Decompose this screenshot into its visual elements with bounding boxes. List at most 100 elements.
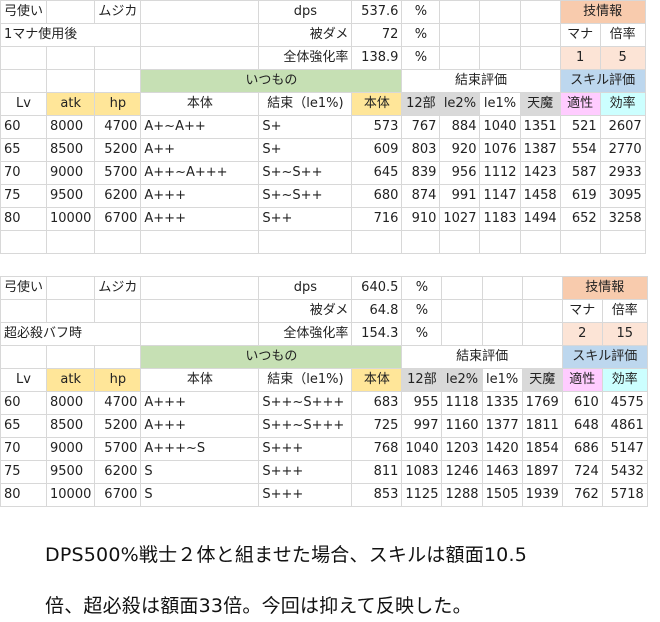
damage-taken-label: 被ダメ xyxy=(258,299,353,323)
multiplier-label: 倍率 xyxy=(601,299,648,323)
cell-tenma: 1854 xyxy=(521,437,563,461)
cell-atk: 8000 xyxy=(46,115,96,139)
cell-efficiency: 5718 xyxy=(601,483,648,507)
cell-body-score: 573 xyxy=(351,115,403,139)
header-atk: atk xyxy=(46,368,96,392)
damage-taken-value: 72 xyxy=(351,23,403,47)
header-body-score: 本体 xyxy=(351,368,403,392)
cell-atk: 9500 xyxy=(46,184,96,208)
cell-efficiency: 2607 xyxy=(599,115,646,139)
header-lv: Lv xyxy=(0,368,48,392)
cell-kessoku: S++ xyxy=(258,207,353,231)
cell-tenma: 1897 xyxy=(521,460,563,484)
cell-efficiency: 4575 xyxy=(601,391,648,415)
cell-body-score: 680 xyxy=(351,184,403,208)
cell-body-score: 853 xyxy=(351,483,403,507)
cell-atk: 9000 xyxy=(46,161,96,185)
header-hp: hp xyxy=(94,92,142,116)
cell-body: S xyxy=(140,483,260,507)
header-12bu: 12部 xyxy=(401,368,443,392)
header-le1: le1% xyxy=(481,368,523,392)
cell-efficiency: 4861 xyxy=(601,414,648,438)
cell-le1: 1040 xyxy=(479,115,521,139)
cell-lv: 80 xyxy=(0,207,48,231)
cell-le1: 1335 xyxy=(481,391,523,415)
header-body-score: 本体 xyxy=(351,92,403,116)
cell-lv: 60 xyxy=(0,391,48,415)
cell-le1: 1147 xyxy=(479,184,521,208)
cell-kessoku: S+++ xyxy=(258,460,353,484)
cell-body: A+++ xyxy=(140,207,260,231)
header-lv: Lv xyxy=(0,92,48,116)
cell-body-score: 609 xyxy=(351,138,403,162)
multiplier-label: 倍率 xyxy=(599,23,646,47)
table-row: 75 9500 6200 A+++ S+~S++ 680 874 991 114… xyxy=(0,184,646,208)
dps-unit: % xyxy=(401,276,443,300)
cell-hp: 5200 xyxy=(94,138,142,162)
header-kessoku-le1: 結束（le1%) xyxy=(258,368,353,392)
cell-12bu: 874 xyxy=(401,184,441,208)
cell-le1: 1505 xyxy=(481,483,523,507)
table-row: 65 8500 5200 A++ S+ 609 803 920 1076 138… xyxy=(0,138,646,162)
cell-lv: 60 xyxy=(0,115,48,139)
multiplier-value: 15 xyxy=(601,322,648,346)
cell-kessoku: S++~S+++ xyxy=(258,391,353,415)
mana-label: マナ xyxy=(559,23,601,47)
boost-value: 154.3 xyxy=(351,322,403,346)
cell-le1: 1420 xyxy=(481,437,523,461)
cell-12bu: 955 xyxy=(401,391,443,415)
table-row: 60 8000 4700 A+~A++ S+ 573 767 884 1040 … xyxy=(0,115,646,139)
cell-le2: 1288 xyxy=(441,483,483,507)
table-row: 80 10000 6700 S S+++ 853 1125 1288 1505 … xyxy=(0,483,648,507)
cell-lv: 80 xyxy=(0,483,48,507)
cell-atk: 8500 xyxy=(46,414,96,438)
cell-tenma: 1458 xyxy=(519,184,561,208)
cell-12bu: 997 xyxy=(401,414,443,438)
cell-atk: 9500 xyxy=(46,460,96,484)
cell-12bu: 767 xyxy=(401,115,441,139)
class-name: 弓使い xyxy=(0,0,48,24)
cell-12bu: 1125 xyxy=(401,483,443,507)
cell-atk: 10000 xyxy=(46,483,96,507)
table-row: 70 9000 5700 A+++~S S+++ 768 1040 1203 1… xyxy=(0,437,648,461)
header-kessoku-le1: 結束（le1%) xyxy=(258,92,353,116)
cell-hp: 6200 xyxy=(94,184,142,208)
cell-hp: 5700 xyxy=(94,161,142,185)
boost-unit: % xyxy=(401,46,441,70)
header-le2: le2% xyxy=(439,92,481,116)
mana-value: 2 xyxy=(561,322,603,346)
dps-value: 537.6 xyxy=(351,0,403,24)
cell-body: A+++ xyxy=(140,414,260,438)
cell-efficiency: 2770 xyxy=(599,138,646,162)
column-header-row: Lv atk hp 本体 結束（le1%) 本体 12部 le2% le1% 天… xyxy=(0,368,648,392)
header-atk: atk xyxy=(46,92,96,116)
cell-body: S xyxy=(140,460,260,484)
cell-aptitude: 648 xyxy=(561,414,603,438)
cell-body: A+++ xyxy=(140,391,260,415)
condition-label: 1マナ使用後 xyxy=(0,23,142,47)
cell-tenma: 1351 xyxy=(519,115,561,139)
cell-hp: 6200 xyxy=(94,460,142,484)
cell-efficiency: 5147 xyxy=(601,437,648,461)
cell-aptitude: 762 xyxy=(561,483,603,507)
cell-hp: 5700 xyxy=(94,437,142,461)
cell-tenma: 1939 xyxy=(521,483,563,507)
cell-atk: 10000 xyxy=(46,207,96,231)
cell-lv: 65 xyxy=(0,414,48,438)
cell-le2: 920 xyxy=(439,138,481,162)
cell-aptitude: 619 xyxy=(559,184,601,208)
cell-lv: 75 xyxy=(0,184,48,208)
cell-12bu: 1040 xyxy=(401,437,443,461)
cell-le2: 1203 xyxy=(441,437,483,461)
cell-le2: 1160 xyxy=(441,414,483,438)
header-12bu: 12部 xyxy=(401,92,441,116)
cell-body: A+~A++ xyxy=(140,115,260,139)
boost-value: 138.9 xyxy=(351,46,403,70)
cell-le2: 956 xyxy=(439,161,481,185)
footnote-line-2: 倍、超必殺は額面33倍。今回は抑えて反映した。 xyxy=(45,595,472,617)
cell-hp: 6700 xyxy=(94,207,142,231)
cell-tenma: 1387 xyxy=(519,138,561,162)
stats-table-1: 弓使い ムジカ dps 537.6 % 技情報 1マナ使用後 被ダメ 72 % … xyxy=(0,0,646,254)
header-le2: le2% xyxy=(441,368,483,392)
cell-hp: 6700 xyxy=(94,483,142,507)
